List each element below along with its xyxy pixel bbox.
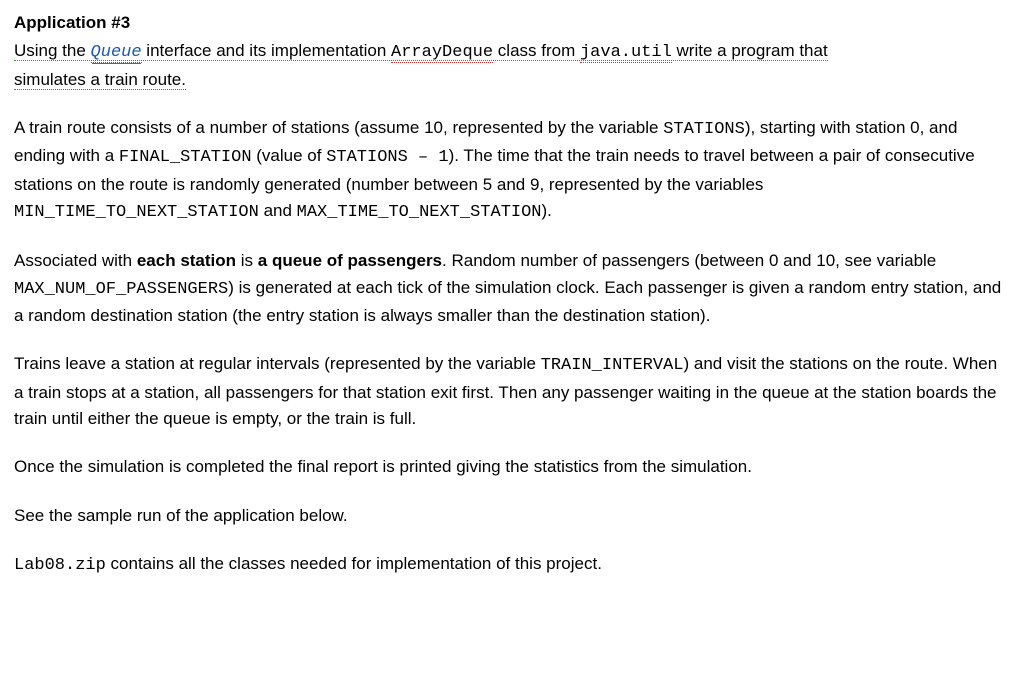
max-passengers-code: MAX_NUM_OF_PASSENGERS: [14, 280, 228, 299]
paragraph-zip: Lab08.zip contains all the classes neede…: [14, 551, 1010, 579]
intro-text-1: Using the: [14, 41, 91, 60]
p1-text-c: (value of: [252, 146, 327, 165]
p1-text-f: ).: [542, 201, 552, 220]
p2-text-b: is: [236, 251, 258, 270]
final-station-code: FINAL_STATION: [119, 148, 252, 167]
paragraph-passengers: Associated with each station is a queue …: [14, 248, 1010, 329]
paragraph-trains: Trains leave a station at regular interv…: [14, 351, 1010, 432]
p1-text-e: and: [259, 201, 297, 220]
p2-text-a: Associated with: [14, 251, 137, 270]
lab-zip-code: Lab08.zip: [14, 556, 106, 575]
p3-text-a: Trains leave a station at regular interv…: [14, 354, 541, 373]
min-time-code: MIN_TIME_TO_NEXT_STATION: [14, 203, 259, 222]
paragraph-sample-run: See the sample run of the application be…: [14, 503, 1010, 529]
arraydeque-code: ArrayDeque: [391, 43, 493, 63]
intro-line-2: simulates a train route.: [14, 70, 186, 90]
intro-paragraph: Using the Queue interface and its implem…: [14, 38, 1010, 93]
queue-of-passengers-bold: a queue of passengers: [258, 251, 442, 270]
paragraph-stations: A train route consists of a number of st…: [14, 115, 1010, 226]
p1-text-a: A train route consists of a number of st…: [14, 118, 663, 137]
stations-code: STATIONS: [663, 120, 745, 139]
javautil-code: java.util: [580, 43, 672, 63]
intro-text-2: interface and its implementation: [142, 41, 391, 60]
train-interval-code: TRAIN_INTERVAL: [541, 356, 684, 375]
stations-minus-one-code: STATIONS – 1: [326, 148, 448, 167]
intro-text-3: class from: [493, 41, 580, 60]
intro-line-1: Using the Queue interface and its implem…: [14, 41, 828, 61]
max-time-code: MAX_TIME_TO_NEXT_STATION: [297, 203, 542, 222]
queue-code: Queue: [91, 43, 142, 63]
p2-text-c: . Random number of passengers (between 0…: [442, 251, 936, 270]
each-station-bold: each station: [137, 251, 236, 270]
intro-text-4: write a program that: [672, 41, 828, 60]
application-title: Application #3: [14, 10, 1010, 36]
p6-text-a: contains all the classes needed for impl…: [106, 554, 602, 573]
paragraph-report: Once the simulation is completed the fin…: [14, 454, 1010, 480]
